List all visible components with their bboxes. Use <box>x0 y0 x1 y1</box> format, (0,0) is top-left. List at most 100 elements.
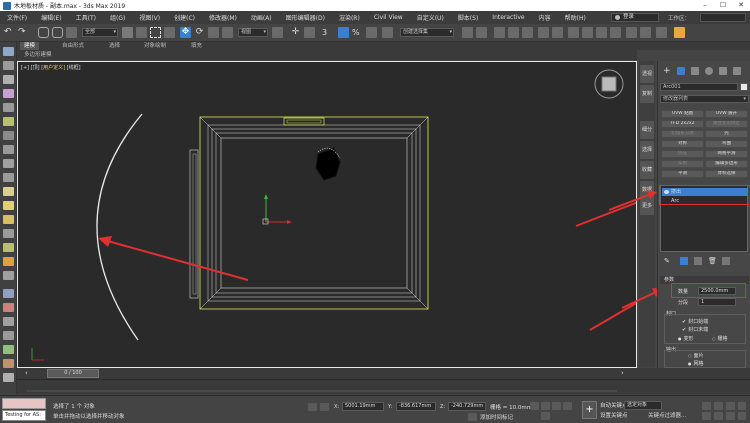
output-patch-radio[interactable]: 面片 <box>688 352 704 359</box>
menu-file[interactable]: 文件(F) <box>0 13 34 22</box>
modifier-btn-chamfer-box[interactable]: 切角长方体 <box>661 130 704 138</box>
tab-object-paint[interactable]: 对象绘制 <box>144 42 166 50</box>
object-color-swatch[interactable] <box>740 83 748 91</box>
modifier-btn-uvw-map[interactable]: UVW 贴图 <box>661 110 704 118</box>
tab-copy[interactable]: 复制 <box>640 85 654 103</box>
gear-icon[interactable] <box>3 271 14 280</box>
maximize-button[interactable]: ☐ <box>714 0 732 11</box>
render-iterative-icon[interactable] <box>626 27 637 38</box>
menu-interactive[interactable]: Interactive <box>485 14 531 21</box>
menu-edit[interactable]: 编辑(E) <box>34 13 68 22</box>
system-icon[interactable] <box>3 173 14 182</box>
minimize-button[interactable]: – <box>696 0 714 11</box>
morph-radio[interactable]: 变形 <box>678 335 694 342</box>
cap-end-checkbox[interactable]: 封口末端 <box>682 326 708 333</box>
zoom-extents-icon[interactable] <box>726 402 735 410</box>
tab-subdivide[interactable]: 细分 <box>640 121 654 139</box>
modifier-btn-bend[interactable]: 弯曲 <box>705 140 748 148</box>
time-prev-icon[interactable]: ‹ <box>25 370 33 377</box>
room-outer-frame[interactable] <box>199 116 429 310</box>
camera-icon[interactable] <box>3 131 14 140</box>
star-icon[interactable] <box>3 257 14 266</box>
tab-favorite[interactable]: 收藏 <box>640 161 654 179</box>
maximize-viewport-icon[interactable] <box>738 412 746 420</box>
light-icon[interactable] <box>3 117 14 126</box>
key-mode-icon[interactable] <box>541 412 550 420</box>
time-slider-bar[interactable]: ‹ 0 / 100 › <box>17 368 750 379</box>
align-icon[interactable] <box>476 27 487 38</box>
modifier-btn-meshsmooth[interactable]: 网格平滑 <box>705 150 748 158</box>
display-tab-icon[interactable] <box>719 67 727 75</box>
menu-customize[interactable]: 自定义(U) <box>410 13 451 22</box>
unlink-icon[interactable] <box>52 27 63 38</box>
curve-editor-icon[interactable] <box>538 27 549 38</box>
plugin-icon[interactable] <box>674 27 685 38</box>
orbit-icon[interactable] <box>726 412 735 420</box>
output-mesh-radio[interactable]: 网格 <box>688 360 704 367</box>
maxscript-input[interactable]: Testing for AS: <box>2 410 46 421</box>
z-coordinate-field[interactable]: -240.729mm <box>448 402 486 411</box>
y-coordinate-field[interactable]: -836.617mm <box>396 402 436 411</box>
modifier-btn-smooth[interactable]: 平滑 <box>661 170 704 178</box>
rect-region-icon[interactable] <box>150 27 161 38</box>
modifier-btn-symmetry[interactable]: 对称 <box>661 140 704 148</box>
viewcube-face[interactable] <box>601 76 617 92</box>
selection-filter-select[interactable]: 全部 <box>82 28 118 37</box>
tab-freeform[interactable]: 自由形式 <box>62 42 84 50</box>
next-frame-icon[interactable] <box>563 402 572 410</box>
set-key-label[interactable]: 设置关键点 <box>600 411 628 419</box>
mesh-icon[interactable] <box>3 243 14 252</box>
menu-content[interactable]: 内容 <box>532 13 558 22</box>
menu-rendering[interactable]: 渲染(R) <box>332 13 367 22</box>
close-button[interactable]: ✕ <box>732 0 750 11</box>
settings-icon[interactable] <box>3 373 14 382</box>
go-start-icon[interactable] <box>530 402 539 410</box>
pan-icon[interactable] <box>714 412 723 420</box>
toggle-ribbon-icon[interactable] <box>522 27 533 38</box>
absolute-mode-icon[interactable] <box>320 403 329 411</box>
time-tag-icon[interactable] <box>468 413 477 421</box>
placement-icon[interactable] <box>222 27 233 38</box>
cloud-icon[interactable] <box>3 61 14 70</box>
maxscript-listener[interactable] <box>2 398 46 409</box>
text-icon[interactable] <box>3 103 14 112</box>
material-editor-icon[interactable] <box>568 27 579 38</box>
create-icon[interactable] <box>3 47 14 56</box>
motion-tab-icon[interactable] <box>705 67 713 75</box>
modifier-btn-path-deform[interactable]: 路径变形绑定 <box>705 120 748 128</box>
menu-modifiers[interactable]: 修改器(M) <box>202 13 244 22</box>
object-name-field[interactable]: Arc001 <box>660 83 738 91</box>
scatter-icon[interactable] <box>3 331 14 340</box>
tab-select[interactable]: 选择 <box>640 141 654 159</box>
track-bar[interactable] <box>17 379 750 394</box>
sphere-light-icon[interactable] <box>3 215 14 224</box>
modifier-btn-lathe[interactable]: 车削 <box>661 160 704 168</box>
cap-start-checkbox[interactable]: 封口始端 <box>682 318 708 325</box>
create-tab-icon[interactable]: + <box>663 67 671 76</box>
scene-explorer-icon[interactable] <box>494 27 505 38</box>
segments-input[interactable]: 1 <box>698 298 736 306</box>
mirror-icon[interactable] <box>462 27 473 38</box>
time-next-icon[interactable]: › <box>621 370 629 377</box>
add-time-tag-label[interactable]: 添加时间标记 <box>480 413 513 421</box>
modifier-btn-squeeze[interactable]: 挤压 <box>661 150 704 158</box>
menu-view[interactable]: 视图(V) <box>132 13 167 22</box>
modify-tab-icon[interactable] <box>677 67 685 75</box>
arc-object[interactable] <box>96 113 143 341</box>
edit-named-selection-icon[interactable] <box>382 27 393 38</box>
field-of-view-icon[interactable] <box>702 412 711 420</box>
sun-icon[interactable] <box>3 201 14 210</box>
light-object[interactable] <box>315 147 341 181</box>
redo-icon[interactable]: ↷ <box>18 27 29 38</box>
door-left[interactable] <box>189 149 199 299</box>
prev-frame-icon[interactable] <box>541 402 550 410</box>
grid-radio[interactable]: 栅格 <box>712 335 728 342</box>
schematic-view-icon[interactable] <box>552 27 563 38</box>
undo-icon[interactable]: ↶ <box>4 27 15 38</box>
menu-tools[interactable]: 工具(T) <box>69 13 103 22</box>
hierarchy-tab-icon[interactable] <box>691 67 699 75</box>
wood-icon[interactable] <box>3 359 14 368</box>
menu-create[interactable]: 创建(C) <box>167 13 202 22</box>
spacewarp-icon[interactable] <box>3 159 14 168</box>
named-selection-set-select[interactable]: 创建选择集 <box>400 28 454 37</box>
